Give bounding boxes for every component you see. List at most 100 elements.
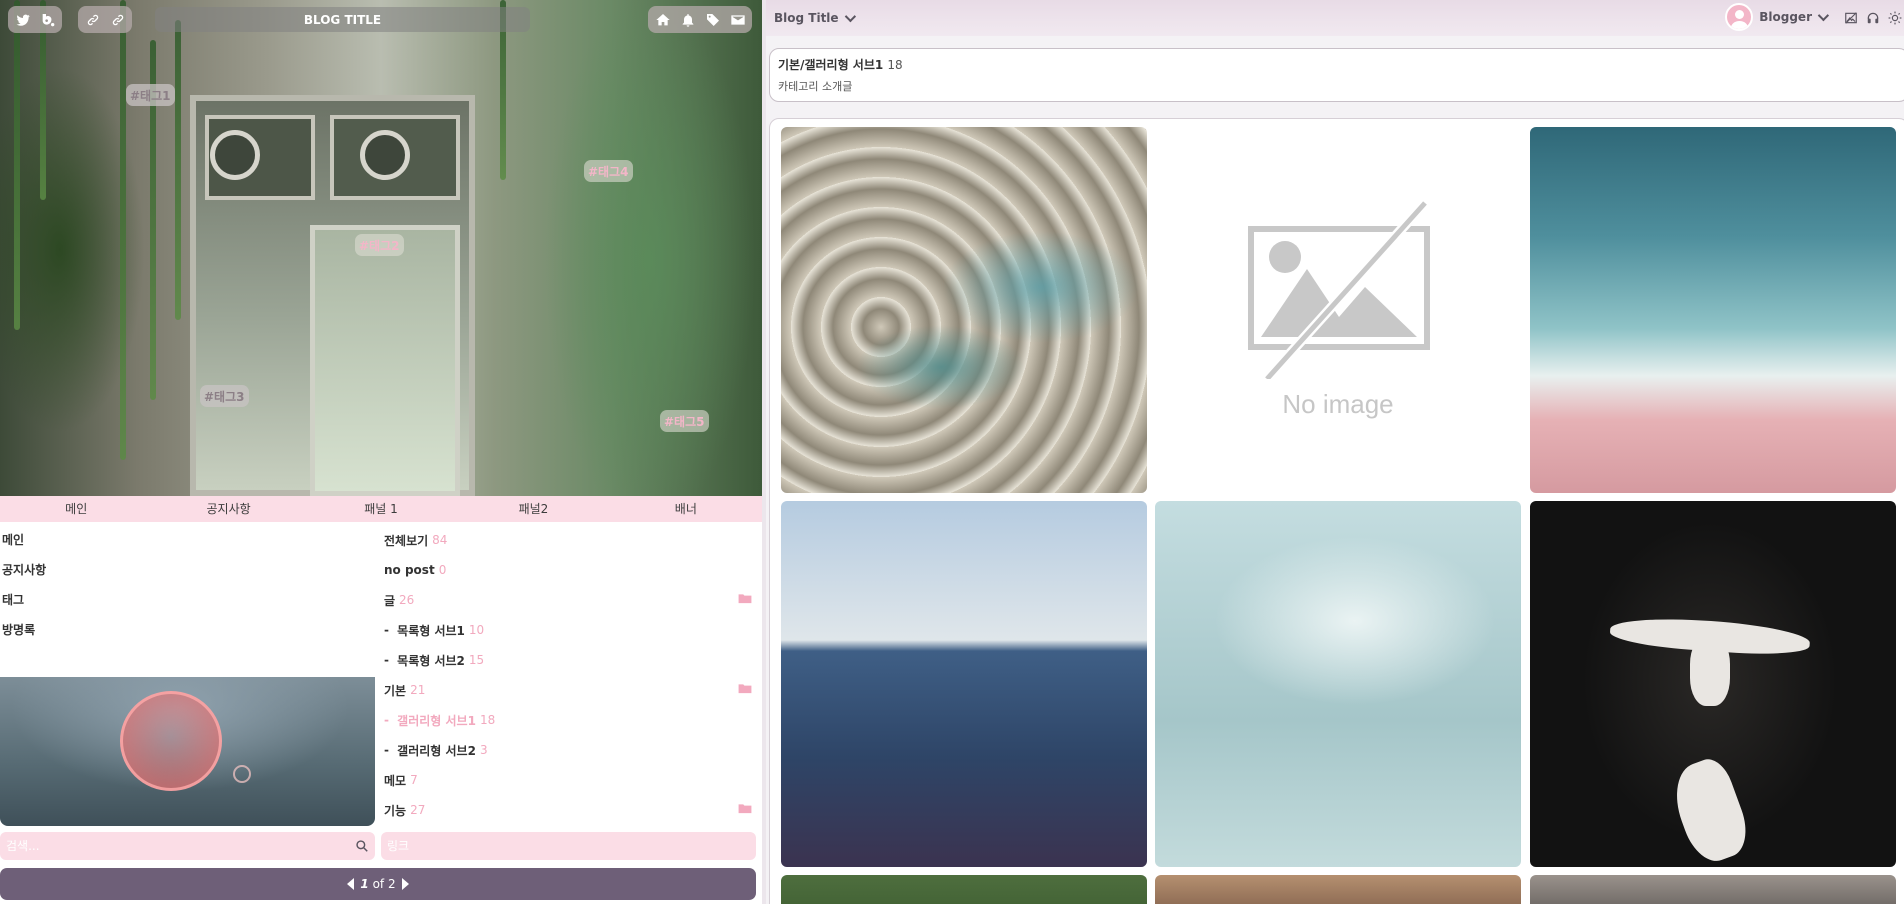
- category-count: 7: [410, 773, 418, 787]
- category-name: 갤러리형 서브1: [397, 713, 476, 728]
- tab-notice[interactable]: 공지사항: [152, 496, 304, 522]
- category-prefix: -: [384, 713, 394, 727]
- category-description: 카테고리 소개글: [778, 80, 853, 93]
- total-pages: 2: [387, 877, 396, 891]
- home-icon[interactable]: [654, 11, 671, 28]
- search-icon[interactable]: [355, 839, 369, 853]
- left-panel: BLOG TITLE #태그1 #태그2 #태그3 #태그4 #태그5 메인 공…: [0, 0, 762, 904]
- category-header: 기본/갤러리형 서브1 18 카테고리 소개글: [769, 48, 1904, 102]
- no-image-icon[interactable]: [1844, 11, 1858, 25]
- hero-tag[interactable]: #태그4: [584, 160, 633, 182]
- gallery-item-waves[interactable]: [1530, 127, 1896, 493]
- gallery-item-fish[interactable]: [781, 127, 1147, 493]
- category-count: 18: [479, 713, 496, 727]
- twitter-icon[interactable]: [14, 11, 31, 28]
- category-item[interactable]: - 목록형 서브1 10: [384, 615, 756, 645]
- link-icons: [78, 6, 132, 33]
- category-item[interactable]: no post 0: [384, 555, 756, 585]
- category-item[interactable]: 글 26: [384, 585, 756, 615]
- gallery-item-doves[interactable]: [1530, 501, 1896, 867]
- gallery-item-foam[interactable]: [1155, 501, 1521, 867]
- gallery-item-street[interactable]: [1155, 875, 1521, 904]
- prev-page-icon[interactable]: [347, 878, 355, 890]
- category-item[interactable]: - 갤러리형 서브2 3: [384, 735, 756, 765]
- link-panel[interactable]: 링크: [381, 832, 756, 860]
- dove-shape: [1664, 753, 1756, 867]
- bell-icon[interactable]: [679, 11, 696, 28]
- hero-fan: [210, 130, 260, 180]
- category-count: 3: [479, 743, 488, 757]
- nav-item-main[interactable]: 메인: [0, 522, 375, 552]
- category-name: 기본/갤러리형 서브1: [778, 58, 884, 72]
- category-count: 84: [432, 533, 448, 547]
- category-count: 0: [438, 563, 447, 577]
- folder-icon[interactable]: [738, 593, 752, 604]
- gallery-item-portrait[interactable]: [1530, 875, 1896, 904]
- tab-main[interactable]: 메인: [0, 496, 152, 522]
- tab-panel1[interactable]: 패널 1: [305, 496, 457, 522]
- folder-icon[interactable]: [738, 683, 752, 694]
- gallery-item-trees[interactable]: [781, 875, 1147, 904]
- jellyfish-image: [0, 677, 375, 826]
- nav-item-tag[interactable]: 태그: [0, 582, 375, 612]
- gallery-item-no-image[interactable]: No image: [1155, 127, 1521, 493]
- blog-icon[interactable]: [39, 11, 56, 28]
- category-item[interactable]: 기본 21: [384, 675, 756, 705]
- category-count: 10: [468, 623, 485, 637]
- category-title: 기본/갤러리형 서브1 18: [778, 56, 1900, 73]
- hero-tag[interactable]: #태그5: [660, 410, 709, 432]
- gallery-grid: No image: [769, 118, 1904, 904]
- search-input[interactable]: [6, 839, 355, 853]
- category-count: 21: [410, 683, 426, 697]
- category-item[interactable]: - 목록형 서브2 15: [384, 645, 756, 675]
- headphones-icon[interactable]: [1866, 11, 1880, 25]
- gallery-item-ocean[interactable]: [781, 501, 1147, 867]
- hero-tag[interactable]: #태그3: [200, 385, 249, 407]
- current-page: 1: [360, 877, 369, 891]
- category-name: 갤러리형 서브2: [397, 743, 476, 758]
- header-menu-icons: [648, 6, 752, 33]
- hero-tag[interactable]: #태그1: [126, 84, 175, 106]
- blog-title-label: Blog Title: [774, 11, 839, 25]
- dove-shape: [1690, 636, 1730, 706]
- category-name: 글: [384, 593, 396, 608]
- jellyfish-bell: [120, 691, 222, 791]
- category-name: 기능: [384, 803, 407, 818]
- category-name: 목록형 서브1: [397, 623, 465, 638]
- category-item[interactable]: 전체보기 84: [384, 525, 756, 555]
- nav-menu: 메인 공지사항 태그 방명록: [0, 522, 375, 674]
- hero-fan: [360, 130, 410, 180]
- category-count: 27: [410, 803, 426, 817]
- user-menu[interactable]: Blogger: [1725, 3, 1830, 31]
- no-image-placeholder-icon: [1248, 199, 1430, 379]
- category-item[interactable]: 메모 7: [384, 765, 756, 795]
- category-name: no post: [384, 563, 435, 577]
- category-item[interactable]: - 갤러리형 서브1 18: [384, 705, 756, 735]
- tag-icon[interactable]: [704, 11, 721, 28]
- top-bar: Blog Title Blogger: [766, 0, 1904, 36]
- category-name: 전체보기: [384, 533, 429, 548]
- search-bar: [0, 832, 375, 860]
- hero-vine: [14, 0, 20, 330]
- chevron-down-icon: [1817, 9, 1830, 22]
- folder-icon[interactable]: [738, 803, 752, 814]
- link-icon[interactable]: [84, 11, 101, 28]
- jellyfish-small: [233, 765, 251, 783]
- category-name: 기본: [384, 683, 407, 698]
- blog-title-dropdown[interactable]: Blog Title: [774, 10, 856, 25]
- hero-vine: [120, 0, 126, 460]
- nav-item-guestbook[interactable]: 방명록: [0, 612, 375, 642]
- category-prefix: -: [384, 653, 394, 667]
- nav-item-notice[interactable]: 공지사항: [0, 552, 375, 582]
- blog-title[interactable]: BLOG TITLE: [155, 7, 530, 32]
- page-of-label: of: [372, 877, 385, 891]
- next-page-icon[interactable]: [401, 878, 409, 890]
- link-icon[interactable]: [109, 11, 126, 28]
- category-item[interactable]: 기능 27: [384, 795, 756, 825]
- hero-tag[interactable]: #태그2: [355, 234, 404, 256]
- mail-icon[interactable]: [729, 11, 746, 28]
- tab-panel2[interactable]: 패널2: [457, 496, 609, 522]
- sun-icon[interactable]: [1888, 11, 1902, 25]
- pagination: 1 of 2: [0, 868, 756, 900]
- tab-banner[interactable]: 배너: [610, 496, 762, 522]
